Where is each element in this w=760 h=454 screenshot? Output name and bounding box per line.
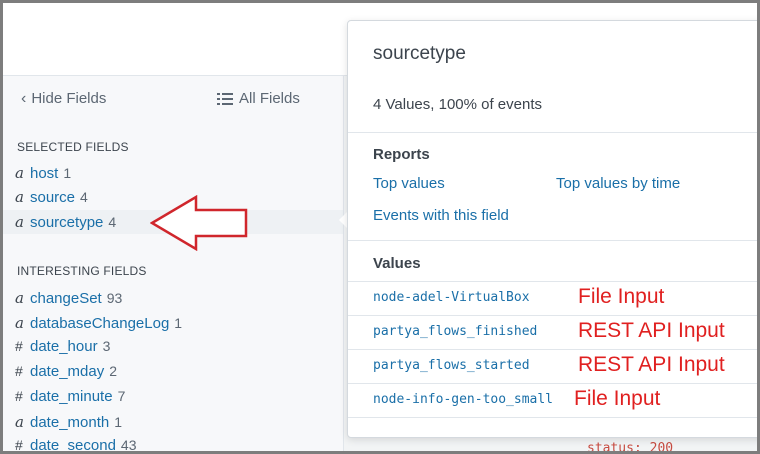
field-count: 1 xyxy=(63,165,72,181)
field-count: 3 xyxy=(102,338,111,354)
field-name: changeSet xyxy=(30,290,102,307)
field-name: sourcetype xyxy=(30,213,104,231)
field-type-alpha-icon: a xyxy=(15,188,24,206)
red-arrow-annotation xyxy=(150,195,248,251)
background-event-text: status: 200 xyxy=(587,441,674,454)
field-name: date_minute xyxy=(30,388,113,405)
value-row[interactable]: partya_flows_started REST API Input xyxy=(348,349,757,383)
value-annotation: File Input xyxy=(578,285,665,308)
field-type-number-icon: # xyxy=(15,437,23,453)
values-heading: Values xyxy=(373,255,421,272)
screenshot-frame: ‹ Hide Fields All Fields SELECTED FIELDS… xyxy=(0,0,760,454)
value-link[interactable]: node-info-gen-too_small xyxy=(373,392,553,407)
value-row[interactable]: node-adel-VirtualBox File Input xyxy=(348,281,757,315)
popup-title: sourcetype xyxy=(373,43,466,64)
value-annotation: REST API Input xyxy=(578,353,725,376)
field-name: date_second xyxy=(30,437,116,454)
field-count: 93 xyxy=(106,290,123,306)
field-count: 4 xyxy=(108,214,117,230)
field-name: host xyxy=(30,165,59,182)
value-row[interactable]: node-info-gen-too_small File Input xyxy=(348,383,757,418)
value-annotation: REST API Input xyxy=(578,319,725,342)
reports-heading: Reports xyxy=(373,146,430,163)
top-values-link[interactable]: Top values xyxy=(373,175,445,192)
field-type-number-icon: # xyxy=(15,338,23,354)
field-name: date_mday xyxy=(30,363,105,380)
field-count: 43 xyxy=(120,437,137,453)
field-name: date_hour xyxy=(30,338,98,355)
interesting-fields-title: INTERESTING FIELDS xyxy=(17,264,147,278)
value-annotation: File Input xyxy=(574,387,661,410)
events-with-field-link[interactable]: Events with this field xyxy=(373,207,509,224)
popup-divider xyxy=(348,132,757,133)
field-name: source xyxy=(30,189,76,206)
value-link[interactable]: partya_flows_finished xyxy=(373,324,537,339)
field-type-number-icon: # xyxy=(15,388,23,404)
popup-divider xyxy=(348,240,757,241)
field-item-date-mday[interactable]: # date_mday 2 xyxy=(15,363,117,380)
field-count: 4 xyxy=(80,189,88,205)
field-type-alpha-icon: a xyxy=(15,413,24,431)
field-count: 1 xyxy=(114,414,123,430)
fields-sidebar: ‹ Hide Fields All Fields SELECTED FIELDS… xyxy=(3,76,344,451)
value-row[interactable]: partya_flows_finished REST API Input xyxy=(348,315,757,349)
field-type-alpha-icon: a xyxy=(15,213,24,231)
hide-fields-button[interactable]: ‹ Hide Fields xyxy=(21,90,106,107)
hide-fields-label: Hide Fields xyxy=(31,90,107,107)
field-item-databasechangelog[interactable]: a databaseChangeLog 1 xyxy=(15,314,182,332)
list-icon xyxy=(217,92,233,105)
popup-summary: 4 Values, 100% of events xyxy=(373,96,542,113)
field-count: 2 xyxy=(109,363,118,379)
field-name: date_month xyxy=(30,414,110,431)
selected-fields-title: SELECTED FIELDS xyxy=(17,140,129,154)
top-values-by-time-link[interactable]: Top values by time xyxy=(556,175,680,192)
field-type-alpha-icon: a xyxy=(15,314,24,332)
all-fields-button[interactable]: All Fields xyxy=(217,90,300,107)
field-type-alpha-icon: a xyxy=(15,289,24,307)
field-summary-popup: sourcetype 4 Values, 100% of events Repo… xyxy=(347,20,757,438)
field-item-source[interactable]: a source 4 xyxy=(15,188,88,206)
field-name: databaseChangeLog xyxy=(30,315,170,332)
value-link[interactable]: node-adel-VirtualBox xyxy=(373,290,530,305)
field-type-alpha-icon: a xyxy=(15,164,24,182)
field-item-host[interactable]: a host 1 xyxy=(15,164,71,182)
all-fields-label: All Fields xyxy=(239,90,300,107)
value-link[interactable]: partya_flows_started xyxy=(373,358,530,373)
field-item-date-hour[interactable]: # date_hour 3 xyxy=(15,338,110,355)
field-item-changeset[interactable]: a changeSet 93 xyxy=(15,289,122,307)
field-item-date-second[interactable]: # date_second 43 xyxy=(15,437,137,454)
field-item-date-month[interactable]: a date_month 1 xyxy=(15,413,122,431)
field-count: 7 xyxy=(117,388,126,404)
field-item-date-minute[interactable]: # date_minute 7 xyxy=(15,388,125,405)
field-type-number-icon: # xyxy=(15,363,23,379)
chevron-left-icon: ‹ xyxy=(21,89,27,107)
field-count: 1 xyxy=(174,315,183,331)
